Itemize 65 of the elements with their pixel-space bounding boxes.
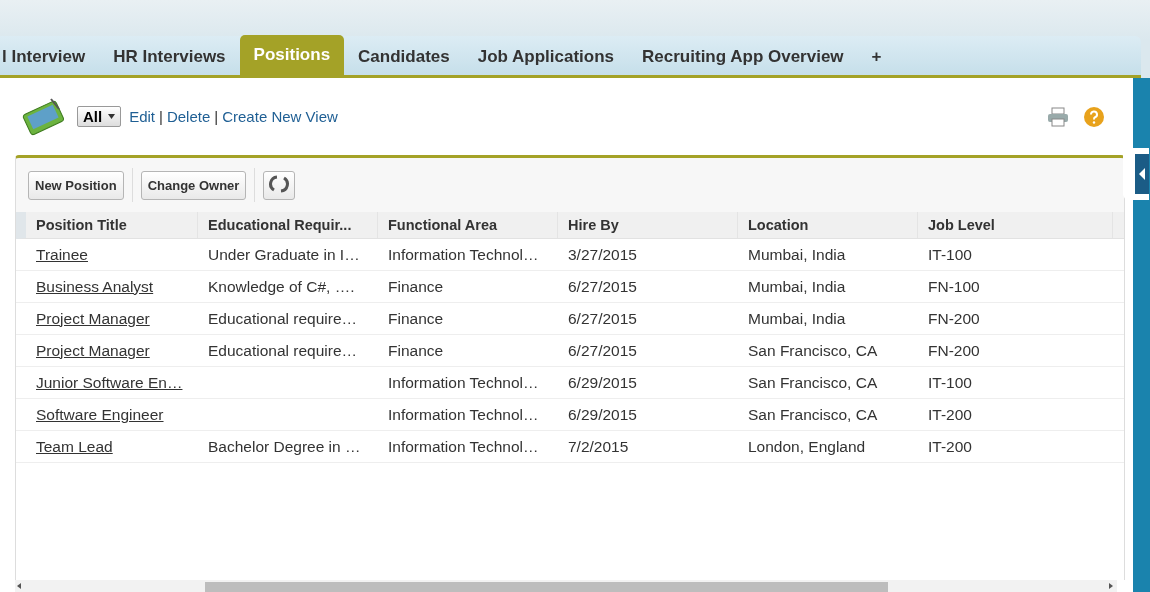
table-cell: 6/27/2015 bbox=[568, 341, 637, 359]
table-cell: San Francisco, CA bbox=[748, 341, 878, 359]
separator: | bbox=[214, 108, 219, 125]
position-link[interactable]: Team Lead bbox=[36, 437, 113, 455]
table-cell: Educational require… bbox=[208, 309, 358, 327]
tab[interactable]: l Interview bbox=[0, 39, 100, 75]
table-cell: Information Technol… bbox=[388, 373, 539, 391]
table-cell: Finance bbox=[388, 309, 444, 327]
table-cell: Information Technol… bbox=[388, 245, 539, 263]
table-cell: 6/29/2015 bbox=[568, 405, 637, 423]
help-icon[interactable] bbox=[1083, 105, 1105, 128]
table-cell: San Francisco, CA bbox=[748, 373, 878, 391]
table-cell: 6/27/2015 bbox=[568, 309, 637, 327]
table-cell: FN-200 bbox=[928, 341, 980, 359]
table-cell: Mumbai, India bbox=[748, 309, 846, 327]
separator: | bbox=[159, 108, 163, 125]
table-cell: 7/2/2015 bbox=[568, 437, 629, 455]
view-link[interactable]: Delete bbox=[166, 108, 211, 125]
tab[interactable]: Job Applications bbox=[463, 39, 629, 75]
table-cell: Mumbai, India bbox=[748, 245, 846, 263]
tab[interactable]: Recruiting App Overview bbox=[628, 39, 858, 75]
table-cell: IT-200 bbox=[928, 437, 972, 455]
position-link[interactable]: Project Manager bbox=[36, 341, 150, 359]
table-cell: Information Technol… bbox=[388, 405, 539, 423]
position-link[interactable]: Trainee bbox=[36, 245, 88, 263]
table-cell: London, England bbox=[748, 437, 866, 455]
table-cell: Educational require… bbox=[208, 341, 358, 359]
table-cell: IT-100 bbox=[928, 245, 972, 263]
tab[interactable]: + bbox=[857, 39, 896, 75]
position-link[interactable]: Junior Software En… bbox=[36, 373, 183, 391]
column-header[interactable]: Position Title bbox=[26, 212, 198, 238]
column-header[interactable]: Educational Requir... bbox=[198, 212, 378, 238]
table-cell: Finance bbox=[388, 341, 444, 359]
tab[interactable]: Candidates bbox=[344, 39, 464, 75]
table-cell: Mumbai, India bbox=[748, 277, 846, 295]
position-link[interactable]: Software Engineer bbox=[36, 405, 164, 423]
column-header[interactable]: Functional Area bbox=[378, 212, 558, 238]
table-cell: FN-100 bbox=[928, 277, 980, 295]
table-cell: Knowledge of C#, …. bbox=[208, 277, 355, 295]
table-cell: Information Technol… bbox=[388, 437, 539, 455]
position-link[interactable]: Business Analyst bbox=[36, 277, 154, 295]
table-cell: San Francisco, CA bbox=[748, 405, 878, 423]
view-select[interactable]: All bbox=[77, 106, 122, 127]
column-header[interactable]: Location bbox=[738, 212, 918, 238]
view-link[interactable]: Edit bbox=[129, 108, 156, 125]
refresh-button[interactable] bbox=[263, 170, 296, 200]
table-cell: IT-200 bbox=[928, 405, 972, 423]
table-cell: Bachelor Degree in … bbox=[208, 437, 361, 455]
table-cell: 6/29/2015 bbox=[568, 373, 637, 391]
column-header[interactable]: Job Level bbox=[918, 212, 1113, 238]
print-icon[interactable] bbox=[1047, 106, 1069, 127]
caret-icon bbox=[108, 114, 116, 119]
table-cell: FN-200 bbox=[928, 309, 980, 327]
table-cell: 3/27/2015 bbox=[568, 245, 637, 263]
toolbar-button[interactable]: New Position bbox=[28, 170, 124, 200]
view-link[interactable]: Create New View bbox=[222, 108, 338, 125]
table-cell: Finance bbox=[388, 277, 444, 295]
position-link[interactable]: Project Manager bbox=[36, 309, 150, 327]
table-cell: Under Graduate in I… bbox=[208, 245, 360, 263]
column-header[interactable]: Hire By bbox=[558, 212, 738, 238]
table-cell: IT-100 bbox=[928, 373, 972, 391]
toolbar-button[interactable]: Change Owner bbox=[140, 170, 247, 200]
horizontal-scrollbar[interactable] bbox=[15, 580, 1117, 592]
table-cell: 6/27/2015 bbox=[568, 277, 637, 295]
tab[interactable]: HR Interviews bbox=[99, 39, 240, 75]
